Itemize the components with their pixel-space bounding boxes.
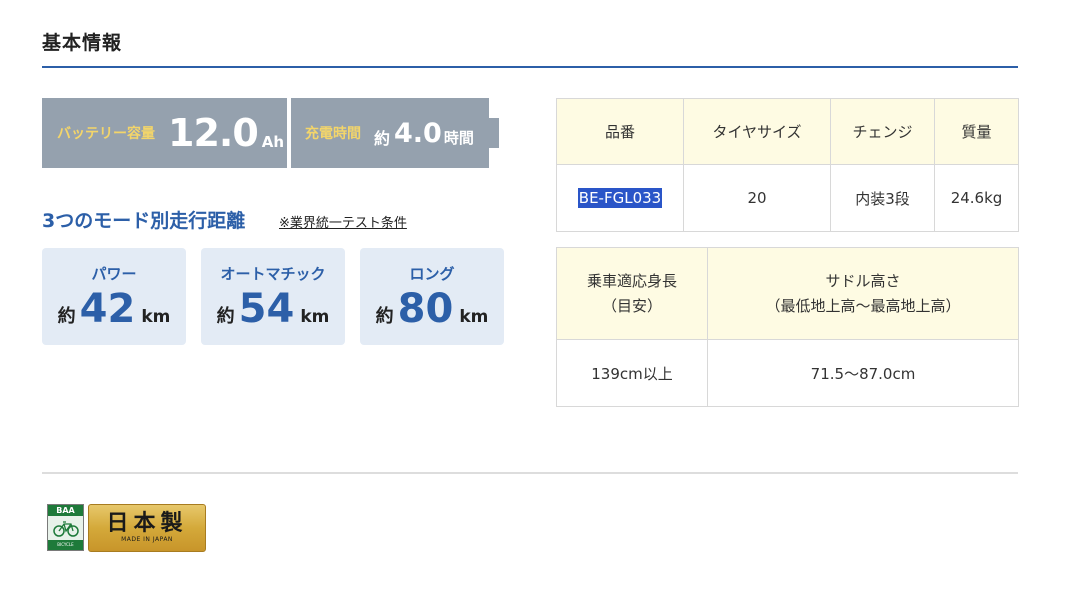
modes-heading: 3つのモード別走行距離 xyxy=(42,210,246,232)
made-in-japan-badge: 日本製 MADE IN JAPAN xyxy=(88,504,206,552)
selected-text[interactable]: BE-FGL033 xyxy=(577,188,663,208)
header-rider-height-line2: （目安） xyxy=(601,296,662,315)
header-weight: 質量 xyxy=(934,98,1019,165)
made-in-japan-main: 日本製 xyxy=(106,510,188,536)
charge-time-approx: 約 xyxy=(374,129,391,148)
baa-badge-title: BAA xyxy=(48,505,83,516)
mode-distance: 80 xyxy=(397,286,454,332)
charge-time-unit: 時間 xyxy=(443,128,474,147)
charge-time-box: 充電時間 約 4.0 時間 xyxy=(291,98,489,168)
mode-card-long: ロング 約 80 km xyxy=(360,248,504,345)
mode-name: ロング xyxy=(409,265,455,283)
spec-banner-notch xyxy=(489,118,499,148)
baa-badge-subtitle: BICYCLE ASSOCIATION xyxy=(48,540,83,557)
cell-gear-change: 内装3段 xyxy=(830,164,935,232)
header-model-number: 品番 xyxy=(556,98,684,165)
table-header-row: 乗車適応身長 （目安） サドル高さ （最低地上高〜最高地上高） xyxy=(556,247,1019,340)
mode-approx: 約 xyxy=(375,306,394,327)
table-row: 139cm以上 71.5〜87.0cm xyxy=(556,339,1019,407)
header-tire-size: タイヤサイズ xyxy=(683,98,831,165)
bicycle-icon xyxy=(48,516,83,540)
mode-unit: km xyxy=(300,307,330,327)
mode-approx: 約 xyxy=(57,306,76,327)
mode-range: 約 42 km xyxy=(42,286,186,332)
mode-range: 約 54 km xyxy=(201,286,345,332)
battery-capacity-box: バッテリー容量 12.0 Ah xyxy=(42,98,287,168)
spec-banner: バッテリー容量 12.0 Ah 充電時間 約 4.0 時間 xyxy=(42,98,500,168)
header-saddle-height: サドル高さ （最低地上高〜最高地上高） xyxy=(707,247,1019,340)
test-conditions-link[interactable]: ※業界統一テスト条件 xyxy=(279,212,407,231)
battery-capacity-unit: Ah xyxy=(261,133,285,151)
mode-range: 約 80 km xyxy=(360,286,504,332)
charge-time-value: 4.0 xyxy=(394,117,442,149)
cell-saddle-height: 71.5〜87.0cm xyxy=(707,339,1019,407)
mode-distance: 54 xyxy=(238,286,295,332)
mode-card-power: パワー 約 42 km xyxy=(42,248,186,345)
header-saddle-height-line1: サドル高さ xyxy=(825,271,901,290)
battery-capacity-label: バッテリー容量 xyxy=(57,126,155,142)
cell-rider-height: 139cm以上 xyxy=(556,339,708,407)
section-divider xyxy=(42,472,1018,474)
mode-unit: km xyxy=(141,307,171,327)
cell-model-number[interactable]: BE-FGL033 xyxy=(556,164,684,232)
header-rider-height-line1: 乗車適応身長 xyxy=(586,271,677,290)
section-title: 基本情報 xyxy=(42,32,123,54)
mode-name: オートマチック xyxy=(220,265,326,283)
mode-name: パワー xyxy=(91,265,137,283)
spec-table-basic: 品番 タイヤサイズ チェンジ 質量 BE-FGL033 20 内装3段 24.6… xyxy=(556,98,1019,232)
mode-approx: 約 xyxy=(216,306,235,327)
baa-certification-badge: BAA BICYCLE ASSOCIATION xyxy=(47,504,84,557)
spec-table-fit: 乗車適応身長 （目安） サドル高さ （最低地上高〜最高地上高） 139cm以上 … xyxy=(556,247,1019,407)
header-gear-change: チェンジ xyxy=(830,98,935,165)
cell-weight: 24.6kg xyxy=(934,164,1019,232)
battery-capacity-value: 12.0 xyxy=(168,111,259,155)
title-rule xyxy=(42,66,1018,68)
mode-card-auto: オートマチック 約 54 km xyxy=(201,248,345,345)
charge-time-label: 充電時間 xyxy=(305,126,361,142)
table-row: BE-FGL033 20 内装3段 24.6kg xyxy=(556,164,1019,232)
cell-tire-size: 20 xyxy=(683,164,831,232)
mode-distance: 42 xyxy=(79,286,136,332)
made-in-japan-sub: MADE IN JAPAN xyxy=(121,536,173,543)
header-rider-height: 乗車適応身長 （目安） xyxy=(556,247,708,340)
mode-unit: km xyxy=(459,307,489,327)
header-saddle-height-line2: （最低地上高〜最高地上高） xyxy=(765,296,961,315)
table-header-row: 品番 タイヤサイズ チェンジ 質量 xyxy=(556,98,1019,165)
